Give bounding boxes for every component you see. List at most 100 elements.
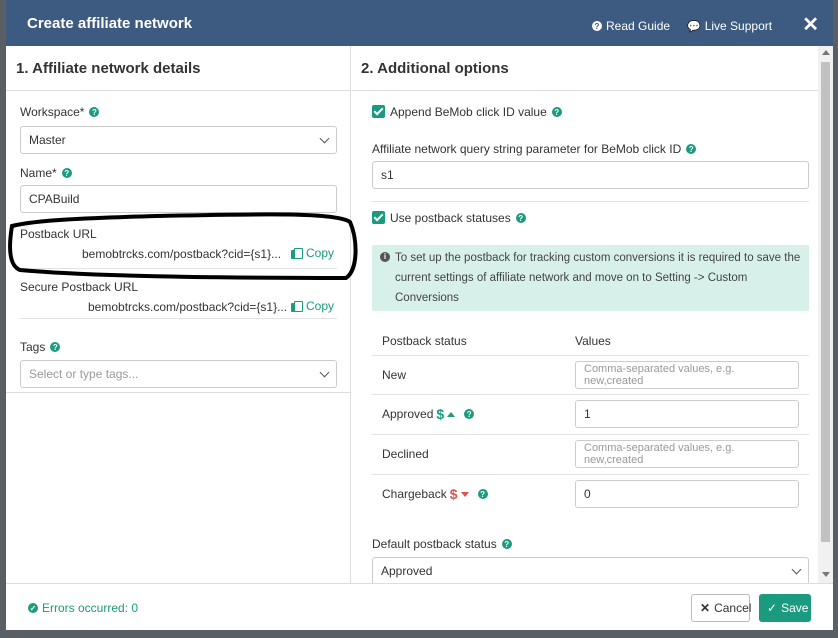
read-guide-label: Read Guide: [606, 19, 671, 33]
create-affiliate-network-modal: Create affiliate network ? Read Guide 💬 …: [6, 0, 833, 630]
copy-postback-button[interactable]: Copy: [291, 246, 334, 260]
help-icon[interactable]: ?: [464, 409, 475, 419]
status-chargeback-label: Chargeback $ ?: [382, 486, 488, 502]
chevron-down-icon: [791, 564, 802, 575]
postback-url-value: bemobtrcks.com/postback?cid={s1}...: [82, 247, 282, 261]
status-new-text: New: [382, 368, 407, 382]
tags-input[interactable]: Select or type tags...: [20, 360, 337, 388]
cancel-label: Cancel: [714, 601, 752, 615]
status-declined-input[interactable]: Comma-separated values, e.g. new,created: [575, 440, 799, 468]
read-guide-link[interactable]: ? Read Guide: [592, 19, 670, 33]
status-approved-input[interactable]: 1: [575, 400, 799, 428]
help-icon[interactable]: ?: [551, 107, 562, 117]
status-declined-text: Declined: [382, 447, 429, 461]
tags-placeholder: Select or type tags...: [29, 367, 139, 381]
secure-postback-url-value: bemobtrcks.com/postback?cid={s1}...: [88, 300, 288, 314]
tags-label-text: Tags: [20, 340, 46, 354]
workspace-label-text: Workspace*: [20, 105, 85, 119]
info-icon: i: [380, 252, 390, 262]
help-icon[interactable]: ?: [61, 168, 72, 178]
divider: [352, 90, 818, 91]
default-status-label: Default postback status ?: [372, 537, 512, 551]
help-icon[interactable]: ?: [686, 144, 697, 154]
append-click-id-text: Append BeMob click ID value: [390, 105, 547, 119]
divider: [20, 268, 337, 269]
arrow-up-icon: [447, 411, 456, 417]
errors-status: ✓ Errors occurred: 0: [28, 601, 138, 615]
check-circle-icon: ✓: [28, 603, 38, 613]
chevron-down-icon: [319, 367, 330, 378]
divider: [372, 474, 809, 475]
help-icon[interactable]: ?: [515, 213, 526, 223]
help-icon[interactable]: ?: [501, 539, 512, 549]
status-new-label: New: [382, 368, 406, 382]
divider: [372, 201, 809, 202]
append-click-id-label: Append BeMob click ID value ?: [390, 105, 562, 119]
workspace-value: Master: [29, 133, 66, 147]
affiliate-details-panel: 1. Affiliate network details Workspace* …: [6, 46, 351, 583]
postback-url-label: Postback URL: [20, 227, 97, 241]
status-approved-text: Approved: [382, 407, 434, 421]
query-param-text: Affiliate network query string parameter…: [372, 142, 682, 156]
divider: [372, 434, 809, 435]
status-chargeback-input[interactable]: 0: [575, 480, 799, 508]
copy-secure-postback-button[interactable]: Copy: [291, 299, 334, 313]
chevron-down-icon: [319, 133, 330, 144]
use-postback-statuses-text: Use postback statuses: [390, 211, 511, 225]
divider: [6, 392, 351, 393]
divider: [20, 318, 337, 319]
query-param-value: s1: [381, 168, 394, 182]
append-click-id-checkbox[interactable]: [372, 105, 385, 118]
status-declined-label: Declined: [382, 447, 429, 461]
default-status-text: Default postback status: [372, 537, 497, 551]
copy-label: Copy: [306, 299, 335, 313]
chat-icon: 💬: [687, 20, 701, 33]
secure-postback-url-label: Secure Postback URL: [20, 280, 139, 294]
name-field[interactable]: CPABuild: [20, 185, 337, 213]
query-param-field[interactable]: s1: [372, 161, 809, 189]
copy-icon: [291, 300, 303, 312]
modal-title: Create affiliate network: [27, 15, 193, 32]
status-approved-value: 1: [584, 407, 591, 421]
use-postback-statuses-label: Use postback statuses ?: [390, 211, 526, 225]
dollar-icon: $: [449, 486, 458, 502]
name-value: CPABuild: [29, 192, 80, 206]
save-label: Save: [781, 601, 809, 615]
arrow-down-icon: [460, 491, 469, 497]
section-title-options: 2. Additional options: [361, 60, 509, 77]
help-icon[interactable]: ?: [89, 107, 100, 117]
close-icon: ✕: [700, 601, 711, 615]
help-icon[interactable]: ?: [50, 342, 61, 352]
col-header-values: Values: [575, 334, 611, 348]
default-status-select[interactable]: Approved: [372, 557, 809, 583]
modal-footer: ✓ Errors occurred: 0 ✕ Cancel ✓ Save: [6, 583, 833, 630]
copy-label: Copy: [306, 246, 335, 260]
scrollbar[interactable]: [818, 46, 833, 583]
scroll-up-icon[interactable]: [822, 50, 830, 55]
cancel-button[interactable]: ✕ Cancel: [691, 594, 752, 622]
save-button[interactable]: ✓ Save: [759, 594, 811, 622]
dollar-icon: $: [436, 406, 445, 422]
help-icon[interactable]: ?: [477, 489, 488, 499]
live-support-link[interactable]: 💬 Live Support: [687, 19, 772, 33]
workspace-select[interactable]: Master: [20, 126, 337, 154]
section-title-details: 1. Affiliate network details: [16, 60, 201, 77]
name-label: Name* ?: [20, 166, 72, 180]
live-support-label: Live Support: [704, 19, 773, 33]
close-icon[interactable]: ✕: [802, 12, 819, 37]
errors-text: Errors occurred: 0: [42, 601, 139, 615]
name-label-text: Name*: [20, 166, 57, 180]
status-new-input[interactable]: Comma-separated values, e.g. new,created: [575, 361, 799, 389]
use-postback-statuses-checkbox[interactable]: [372, 211, 385, 224]
divider: [6, 90, 351, 91]
query-param-label: Affiliate network query string parameter…: [372, 142, 697, 156]
divider: [372, 394, 809, 395]
check-icon: ✓: [767, 601, 778, 615]
info-alert: i To set up the postback for tracking cu…: [372, 245, 809, 311]
status-new-placeholder: Comma-separated values, e.g. new,created: [584, 363, 735, 387]
status-declined-placeholder: Comma-separated values, e.g. new,created: [584, 442, 735, 466]
scroll-down-icon[interactable]: [822, 572, 830, 577]
scrollbar-thumb[interactable]: [821, 62, 830, 542]
status-chargeback-text: Chargeback: [382, 487, 447, 501]
help-icon: ?: [592, 21, 602, 31]
